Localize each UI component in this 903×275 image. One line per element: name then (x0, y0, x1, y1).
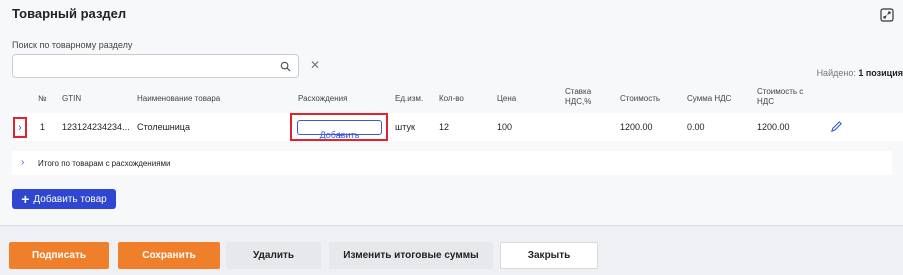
goods-table: № GTIN Наименование товара Расхождения Е… (12, 84, 903, 142)
summary-label: Итого по товарам с расхождениями (38, 159, 171, 168)
header-cost-vat: Стоимость с НДС (757, 87, 803, 107)
found-prefix: Найдено: (816, 68, 856, 78)
close-button[interactable]: Закрыть (500, 242, 598, 269)
header-gtin: GTIN (62, 94, 82, 103)
found-value: 1 позиция (858, 68, 903, 78)
add-goods-label: Добавить товар (33, 193, 107, 205)
search-field (12, 54, 299, 78)
header-unit: Ед.изм. (395, 94, 424, 103)
header-price: Цена (497, 94, 517, 103)
chevron-right-icon[interactable]: › (13, 117, 27, 138)
chevron-right-icon[interactable]: › (21, 157, 24, 168)
header-cost-vat-line1: Стоимость с (757, 87, 804, 96)
goods-section-panel: Товарный раздел Поиск по товарному разде… (0, 0, 903, 226)
header-qty: Кол-во (439, 94, 464, 103)
expand-icon[interactable] (880, 8, 894, 22)
header-vat-rate: Ставка НДС,% (565, 87, 591, 107)
add-discrepancy-button[interactable]: + Добавить (297, 120, 382, 142)
row-unit: штук (395, 122, 415, 132)
header-vat-rate-line2: НДС,% (565, 97, 592, 106)
header-vat-rate-line1: Ставка (565, 87, 592, 96)
row-num: 1 (40, 122, 46, 132)
header-cost: Стоимость (620, 94, 661, 103)
search-label: Поиск по товарному разделу (12, 40, 133, 50)
close-icon[interactable]: ✕ (310, 59, 320, 71)
change-totals-button[interactable]: Изменить итоговые суммы (329, 242, 493, 269)
discrepancy-summary-row[interactable]: › Итого по товарам с расхождениями (12, 151, 892, 175)
header-num: № (38, 94, 47, 103)
header-cost-vat-line2: НДС (757, 97, 774, 106)
row-gtin: 123124234234... (62, 122, 130, 132)
table-row[interactable]: › 1 123124234234... Столешница + Добавит… (12, 113, 903, 142)
row-name: Столешница (137, 122, 190, 132)
sign-button[interactable]: Подписать (9, 242, 109, 269)
page-title: Товарный раздел (12, 6, 127, 21)
table-header: № GTIN Наименование товара Расхождения Е… (12, 84, 903, 112)
header-discrepancies: Расхождения (298, 94, 348, 103)
header-vat-sum: Сумма НДС (687, 94, 732, 103)
row-cost: 1200.00 (620, 122, 653, 132)
header-name: Наименование товара (137, 94, 221, 103)
row-qty: 12 (439, 122, 450, 132)
discrepancy-highlight: + Добавить (290, 113, 388, 142)
row-price: 100 (497, 122, 513, 132)
save-button[interactable]: Сохранить (118, 242, 220, 269)
row-cost-vat: 1200.00 (757, 122, 790, 132)
search-input[interactable] (13, 55, 273, 77)
row-vat-sum: 0.00 (687, 122, 705, 132)
delete-button[interactable]: Удалить (226, 242, 321, 269)
pencil-icon[interactable] (830, 120, 843, 133)
add-goods-button[interactable]: + Добавить товар (12, 189, 116, 209)
search-icon[interactable] (280, 61, 291, 72)
found-count: Найдено: 1 позиция (817, 68, 903, 78)
add-discrepancy-label: Добавить (319, 130, 360, 140)
plus-icon: + (21, 191, 30, 207)
